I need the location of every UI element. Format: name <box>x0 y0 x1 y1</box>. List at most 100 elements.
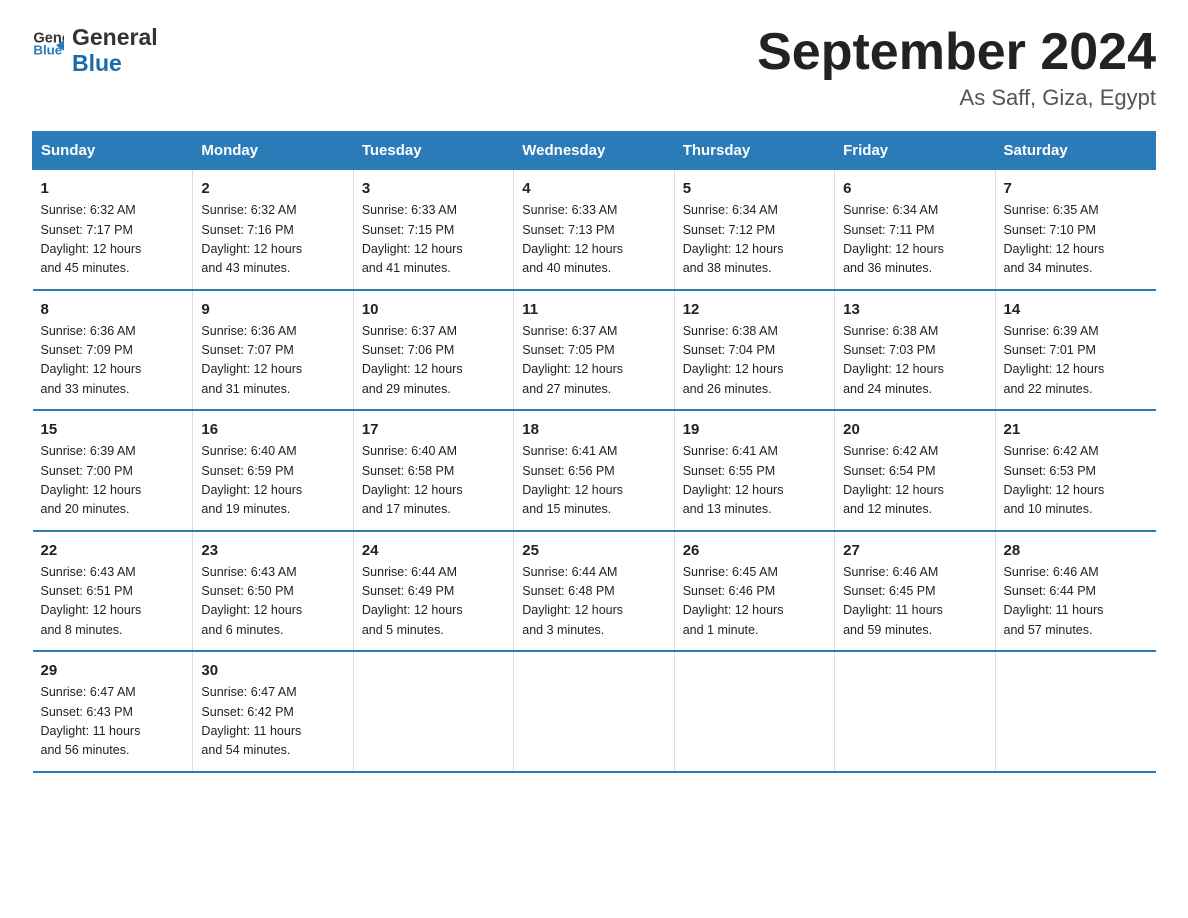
day-info: Sunrise: 6:41 AMSunset: 6:56 PMDaylight:… <box>522 442 665 520</box>
day-info: Sunrise: 6:39 AMSunset: 7:00 PMDaylight:… <box>41 442 185 520</box>
calendar-cell: 8 Sunrise: 6:36 AMSunset: 7:09 PMDayligh… <box>33 290 193 411</box>
weekday-header-thursday: Thursday <box>674 132 834 170</box>
day-number: 15 <box>41 421 185 438</box>
calendar-cell: 13 Sunrise: 6:38 AMSunset: 7:03 PMDaylig… <box>835 290 995 411</box>
day-number: 8 <box>41 301 185 318</box>
calendar-cell: 4 Sunrise: 6:33 AMSunset: 7:13 PMDayligh… <box>514 170 674 290</box>
day-info: Sunrise: 6:37 AMSunset: 7:05 PMDaylight:… <box>522 322 665 400</box>
weekday-header-saturday: Saturday <box>995 132 1155 170</box>
day-number: 29 <box>41 662 185 679</box>
day-number: 14 <box>1004 301 1148 318</box>
day-info: Sunrise: 6:33 AMSunset: 7:15 PMDaylight:… <box>362 201 505 279</box>
weekday-header-monday: Monday <box>193 132 353 170</box>
day-info: Sunrise: 6:38 AMSunset: 7:03 PMDaylight:… <box>843 322 986 400</box>
day-info: Sunrise: 6:33 AMSunset: 7:13 PMDaylight:… <box>522 201 665 279</box>
calendar-cell: 15 Sunrise: 6:39 AMSunset: 7:00 PMDaylig… <box>33 410 193 531</box>
calendar-cell: 20 Sunrise: 6:42 AMSunset: 6:54 PMDaylig… <box>835 410 995 531</box>
day-number: 18 <box>522 421 665 438</box>
calendar-cell: 6 Sunrise: 6:34 AMSunset: 7:11 PMDayligh… <box>835 170 995 290</box>
day-info: Sunrise: 6:43 AMSunset: 6:51 PMDaylight:… <box>41 563 185 641</box>
day-info: Sunrise: 6:44 AMSunset: 6:48 PMDaylight:… <box>522 563 665 641</box>
calendar-cell: 19 Sunrise: 6:41 AMSunset: 6:55 PMDaylig… <box>674 410 834 531</box>
day-number: 9 <box>201 301 344 318</box>
svg-text:Blue: Blue <box>33 43 62 56</box>
calendar-cell: 9 Sunrise: 6:36 AMSunset: 7:07 PMDayligh… <box>193 290 353 411</box>
month-title: September 2024 <box>757 24 1156 81</box>
day-info: Sunrise: 6:46 AMSunset: 6:44 PMDaylight:… <box>1004 563 1148 641</box>
day-info: Sunrise: 6:32 AMSunset: 7:17 PMDaylight:… <box>41 201 185 279</box>
logo-blue-text: Blue <box>72 50 158 76</box>
calendar-week-row: 29 Sunrise: 6:47 AMSunset: 6:43 PMDaylig… <box>33 651 1156 772</box>
day-number: 12 <box>683 301 826 318</box>
day-number: 5 <box>683 180 826 197</box>
day-number: 3 <box>362 180 505 197</box>
day-number: 1 <box>41 180 185 197</box>
day-number: 23 <box>201 542 344 559</box>
day-info: Sunrise: 6:44 AMSunset: 6:49 PMDaylight:… <box>362 563 505 641</box>
calendar-cell: 11 Sunrise: 6:37 AMSunset: 7:05 PMDaylig… <box>514 290 674 411</box>
day-info: Sunrise: 6:47 AMSunset: 6:43 PMDaylight:… <box>41 683 185 761</box>
logo: General Blue General Blue <box>32 24 158 77</box>
day-number: 6 <box>843 180 986 197</box>
calendar-cell: 12 Sunrise: 6:38 AMSunset: 7:04 PMDaylig… <box>674 290 834 411</box>
day-info: Sunrise: 6:42 AMSunset: 6:53 PMDaylight:… <box>1004 442 1148 520</box>
day-info: Sunrise: 6:42 AMSunset: 6:54 PMDaylight:… <box>843 442 986 520</box>
weekday-header-tuesday: Tuesday <box>353 132 513 170</box>
day-info: Sunrise: 6:41 AMSunset: 6:55 PMDaylight:… <box>683 442 826 520</box>
day-info: Sunrise: 6:36 AMSunset: 7:09 PMDaylight:… <box>41 322 185 400</box>
logo-icon: General Blue <box>32 24 64 56</box>
calendar-cell: 27 Sunrise: 6:46 AMSunset: 6:45 PMDaylig… <box>835 531 995 652</box>
day-info: Sunrise: 6:36 AMSunset: 7:07 PMDaylight:… <box>201 322 344 400</box>
day-number: 19 <box>683 421 826 438</box>
calendar-cell: 29 Sunrise: 6:47 AMSunset: 6:43 PMDaylig… <box>33 651 193 772</box>
day-number: 22 <box>41 542 185 559</box>
calendar-cell: 26 Sunrise: 6:45 AMSunset: 6:46 PMDaylig… <box>674 531 834 652</box>
location-title: As Saff, Giza, Egypt <box>757 85 1156 111</box>
calendar-cell: 24 Sunrise: 6:44 AMSunset: 6:49 PMDaylig… <box>353 531 513 652</box>
day-number: 10 <box>362 301 505 318</box>
calendar-week-row: 8 Sunrise: 6:36 AMSunset: 7:09 PMDayligh… <box>33 290 1156 411</box>
calendar-cell: 25 Sunrise: 6:44 AMSunset: 6:48 PMDaylig… <box>514 531 674 652</box>
day-number: 7 <box>1004 180 1148 197</box>
day-number: 26 <box>683 542 826 559</box>
day-number: 13 <box>843 301 986 318</box>
calendar-cell: 10 Sunrise: 6:37 AMSunset: 7:06 PMDaylig… <box>353 290 513 411</box>
calendar-cell: 16 Sunrise: 6:40 AMSunset: 6:59 PMDaylig… <box>193 410 353 531</box>
calendar-cell: 17 Sunrise: 6:40 AMSunset: 6:58 PMDaylig… <box>353 410 513 531</box>
calendar-week-row: 22 Sunrise: 6:43 AMSunset: 6:51 PMDaylig… <box>33 531 1156 652</box>
day-number: 4 <box>522 180 665 197</box>
day-info: Sunrise: 6:38 AMSunset: 7:04 PMDaylight:… <box>683 322 826 400</box>
day-number: 27 <box>843 542 986 559</box>
calendar-cell: 30 Sunrise: 6:47 AMSunset: 6:42 PMDaylig… <box>193 651 353 772</box>
calendar-cell <box>514 651 674 772</box>
day-number: 11 <box>522 301 665 318</box>
day-number: 2 <box>201 180 344 197</box>
day-number: 25 <box>522 542 665 559</box>
day-number: 30 <box>201 662 344 679</box>
day-info: Sunrise: 6:35 AMSunset: 7:10 PMDaylight:… <box>1004 201 1148 279</box>
calendar-week-row: 15 Sunrise: 6:39 AMSunset: 7:00 PMDaylig… <box>33 410 1156 531</box>
calendar-cell: 1 Sunrise: 6:32 AMSunset: 7:17 PMDayligh… <box>33 170 193 290</box>
day-info: Sunrise: 6:34 AMSunset: 7:11 PMDaylight:… <box>843 201 986 279</box>
header: General Blue General Blue September 2024… <box>32 24 1156 111</box>
day-number: 21 <box>1004 421 1148 438</box>
day-info: Sunrise: 6:40 AMSunset: 6:58 PMDaylight:… <box>362 442 505 520</box>
title-area: September 2024 As Saff, Giza, Egypt <box>757 24 1156 111</box>
calendar-cell <box>353 651 513 772</box>
day-info: Sunrise: 6:34 AMSunset: 7:12 PMDaylight:… <box>683 201 826 279</box>
calendar-cell <box>995 651 1155 772</box>
day-info: Sunrise: 6:45 AMSunset: 6:46 PMDaylight:… <box>683 563 826 641</box>
calendar-cell: 3 Sunrise: 6:33 AMSunset: 7:15 PMDayligh… <box>353 170 513 290</box>
day-number: 24 <box>362 542 505 559</box>
day-info: Sunrise: 6:46 AMSunset: 6:45 PMDaylight:… <box>843 563 986 641</box>
calendar-cell: 2 Sunrise: 6:32 AMSunset: 7:16 PMDayligh… <box>193 170 353 290</box>
day-info: Sunrise: 6:37 AMSunset: 7:06 PMDaylight:… <box>362 322 505 400</box>
calendar-cell: 7 Sunrise: 6:35 AMSunset: 7:10 PMDayligh… <box>995 170 1155 290</box>
weekday-header-friday: Friday <box>835 132 995 170</box>
calendar-cell: 14 Sunrise: 6:39 AMSunset: 7:01 PMDaylig… <box>995 290 1155 411</box>
calendar-cell: 5 Sunrise: 6:34 AMSunset: 7:12 PMDayligh… <box>674 170 834 290</box>
calendar-cell: 22 Sunrise: 6:43 AMSunset: 6:51 PMDaylig… <box>33 531 193 652</box>
weekday-header-row: SundayMondayTuesdayWednesdayThursdayFrid… <box>33 132 1156 170</box>
day-info: Sunrise: 6:43 AMSunset: 6:50 PMDaylight:… <box>201 563 344 641</box>
day-info: Sunrise: 6:39 AMSunset: 7:01 PMDaylight:… <box>1004 322 1148 400</box>
